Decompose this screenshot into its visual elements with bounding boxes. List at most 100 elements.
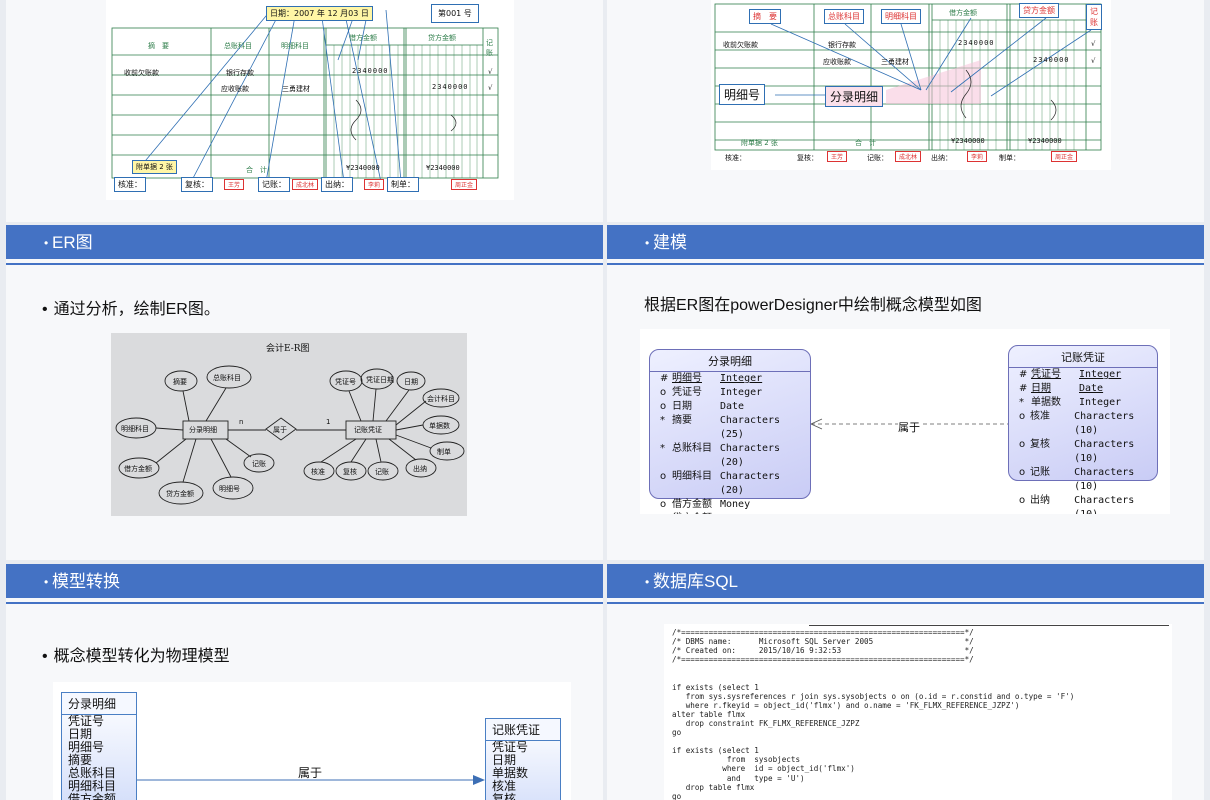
attribute-name: 明细科目 bbox=[671, 471, 712, 482]
attribute-type: Characters (10) bbox=[1074, 495, 1135, 514]
entity-attribute-row: * 摘要 Characters (25) bbox=[650, 414, 810, 442]
col-summary-box: 摘 要 bbox=[749, 9, 781, 24]
header-divider bbox=[6, 263, 603, 265]
entity-attribute-row: * 总账科目 Characters (20) bbox=[650, 442, 810, 470]
row2-credit: 2340000 bbox=[1033, 56, 1070, 64]
entity-title: 记账凭证 bbox=[1009, 346, 1157, 368]
table-title: 记账凭证 bbox=[486, 719, 560, 741]
er-entity-right: 记账凭证 bbox=[354, 426, 382, 434]
section-header-convert: 模型转换 bbox=[6, 564, 603, 600]
col-debit: 借方金额 bbox=[949, 9, 977, 17]
slide-er[interactable]: ER图 通过分析，绘制ER图。 bbox=[6, 225, 603, 560]
er-bullet: 通过分析，绘制ER图。 bbox=[42, 295, 220, 319]
attribute-key: o bbox=[660, 401, 667, 412]
total-debit: ¥2340000 bbox=[346, 164, 380, 172]
attribute-type: Money bbox=[720, 512, 750, 514]
sql-line: go bbox=[672, 791, 682, 800]
er-attr: 明细号 bbox=[219, 485, 240, 493]
entity-attribute-row: o 借方金额 Money bbox=[650, 498, 810, 512]
attribute-type: Characters (20) bbox=[719, 471, 781, 496]
er-sketch: 会计E-R图 分录明细 记账凭证 属于 n 1 摘要 总账科目 明细科目 借方金… bbox=[111, 333, 467, 516]
col-general-box: 总账科目 bbox=[824, 9, 864, 24]
attribute-name: 日期 bbox=[672, 401, 692, 412]
row1-general: 银行存款 bbox=[226, 69, 254, 77]
maker-label: 制单： bbox=[999, 154, 1020, 162]
slide-voucher-right[interactable]: 摘 要 总账科目 明细科目 借方金额 贷方金额 记账 收前欠账款 银行存款 23… bbox=[607, 0, 1204, 222]
col-detail-box: 明细科目 bbox=[881, 9, 921, 24]
entity-title: 分录明细 bbox=[650, 350, 810, 372]
attribute-key: o bbox=[660, 387, 667, 398]
section-title: 模型转换 bbox=[52, 572, 120, 591]
er-attr: 出纳 bbox=[413, 465, 427, 473]
row1-debit: 2340000 bbox=[958, 39, 995, 47]
entity-attribute-row: o 核准 Characters (10) bbox=[1009, 410, 1157, 438]
attribute-key: o bbox=[1019, 495, 1026, 506]
col-general: 总账科目 bbox=[224, 42, 252, 50]
slide-modeling[interactable]: 建模 根据ER图在powerDesigner中绘制概念模型如图 分录明细 #明细… bbox=[607, 225, 1204, 560]
er-one-label: 1 bbox=[326, 418, 331, 426]
er-relation: 属于 bbox=[273, 426, 287, 434]
slide-conversion[interactable]: 模型转换 概念模型转化为物理模型 分录明细 凭证号日期明细号摘要总账科目明细科目… bbox=[6, 564, 603, 800]
attribute-name: 借方金额 bbox=[672, 499, 712, 510]
entity-attribute-row: o 出纳 Characters (10) bbox=[1009, 494, 1157, 514]
er-attr: 明细科目 bbox=[121, 425, 149, 433]
section-header-model: 建模 bbox=[607, 225, 1204, 261]
attribute-name: 贷方金额 bbox=[672, 512, 720, 514]
attribute-name: 凭证号 bbox=[1031, 369, 1061, 380]
record-signature: 成北林 bbox=[292, 179, 319, 190]
review-label: 复核： bbox=[181, 177, 213, 192]
entity-attribute-row: o贷方金额Money bbox=[650, 512, 810, 514]
row1-general: 银行存款 bbox=[828, 41, 856, 49]
concept-entity-right: 记账凭证 # 凭证号 Integer # 日期 Date * 单据数 Integer o 核准 Cha… bbox=[1008, 345, 1158, 514]
slide-sql[interactable]: 数据库SQL /*===============================… bbox=[607, 564, 1204, 800]
total-credit: ¥2340000 bbox=[426, 164, 460, 172]
row1-summary: 收前欠账款 bbox=[124, 69, 159, 77]
attribute-name: 单据数 bbox=[1031, 397, 1061, 408]
er-attr: 单据数 bbox=[429, 422, 450, 430]
er-sketch-title: 会计E-R图 bbox=[266, 344, 310, 354]
record-label: 记账： bbox=[867, 154, 888, 162]
entity-attribute-row: o 复核 Characters (10) bbox=[1009, 438, 1157, 466]
slide-voucher-left[interactable]: 日期：2007 年 12 月03 日 第001 号 摘 要 总账科目 明细科目 … bbox=[6, 0, 603, 222]
cashier-label: 出纳： bbox=[931, 154, 952, 162]
date-label: 日期：2007 年 12 月03 日 bbox=[266, 6, 373, 21]
sql-line bbox=[672, 664, 1074, 673]
section-title: ER图 bbox=[52, 233, 93, 252]
code-top-rule bbox=[809, 625, 1169, 626]
sql-line: from sys.sysreferences r join sys.sysobj… bbox=[672, 691, 1075, 701]
attribute-key: o bbox=[660, 512, 672, 514]
sql-line: drop constraint FK_FLMX_REFERENCE_JZPZ bbox=[672, 718, 860, 728]
entity-rows: # 凭证号 Integer # 日期 Date * 单据数 Integer o 核准 Characte… bbox=[1009, 368, 1157, 514]
attribute-type: Characters (25) bbox=[719, 415, 781, 440]
row2-detail: 三勇建材 bbox=[881, 58, 909, 66]
col-debit: 借方金额 bbox=[349, 34, 377, 42]
attribute-type: Date bbox=[1079, 383, 1104, 394]
attribute-name: 总账科目 bbox=[671, 443, 712, 454]
total-debit: ¥2340000 bbox=[951, 137, 985, 145]
attribute-type: Characters (20) bbox=[719, 443, 781, 468]
sql-line bbox=[672, 737, 1074, 746]
attribute-type: Money bbox=[720, 499, 751, 510]
cashier-label: 出纳： bbox=[321, 177, 353, 192]
sql-line: if exists (select 1 bbox=[672, 746, 759, 756]
total-label: 合 计 bbox=[246, 166, 267, 174]
col-credit-box: 贷方金额 bbox=[1019, 3, 1059, 18]
concept-model-panel: 分录明细 # 明细号 Integer o 凭证号 Integer o 日期 Date * 摘要 Cha… bbox=[640, 329, 1170, 514]
attribute-key: * bbox=[1019, 397, 1024, 408]
sql-line: go bbox=[672, 728, 682, 738]
sql-line: if exists (select 1 bbox=[672, 682, 759, 692]
row2-check: √ bbox=[488, 84, 493, 92]
attribute-key: o bbox=[1019, 411, 1026, 422]
er-attr: 记账 bbox=[252, 460, 266, 468]
attribute-name: 核准 bbox=[1030, 411, 1051, 422]
sql-line: and type = 'U') bbox=[672, 773, 805, 783]
entity-attribute-row: o 记账 Characters (10) bbox=[1009, 466, 1157, 494]
row1-summary: 收前欠账款 bbox=[723, 41, 758, 49]
section-title: 数据库SQL bbox=[653, 572, 739, 591]
record-signature: 成北林 bbox=[895, 151, 922, 162]
row1-check: √ bbox=[1091, 40, 1096, 48]
physical-table-left: 分录明细 凭证号 日期 明细号 摘要 总账科目 明细科目 借方金额 bbox=[61, 692, 137, 800]
attribute-name: 明细号 bbox=[672, 373, 702, 384]
physical-relation-label: 属于 bbox=[298, 766, 323, 780]
attribute-key: o bbox=[660, 471, 667, 482]
